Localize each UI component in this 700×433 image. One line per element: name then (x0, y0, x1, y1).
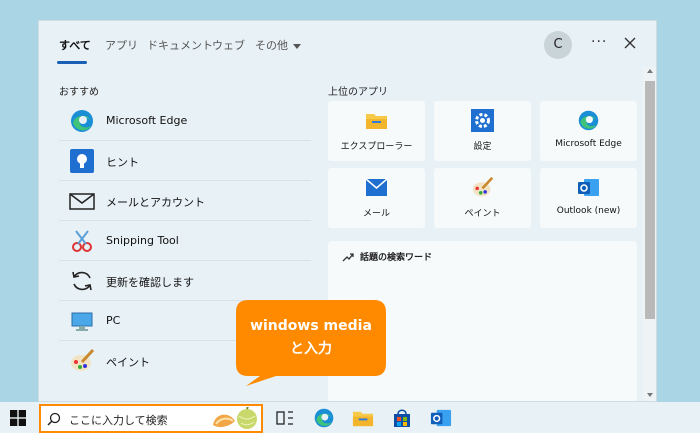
recommended-heading: おすすめ (59, 87, 99, 98)
melon-search-highlight-icon (213, 407, 257, 429)
active-tab-indicator (57, 61, 87, 64)
list-item-label: Microsoft Edge (106, 114, 188, 127)
tile-file-explorer[interactable]: エクスプローラー (328, 101, 425, 161)
paint-icon (71, 348, 95, 371)
outlook-icon[interactable] (430, 407, 452, 429)
tile-label: Microsoft Edge (555, 139, 622, 149)
callout-line-2: と入力 (290, 341, 332, 357)
list-item-label: PC (106, 314, 121, 327)
more-options-button[interactable]: ··· (591, 34, 607, 50)
settings-gear-icon (471, 109, 494, 132)
tile-mail[interactable]: メール (328, 168, 425, 228)
file-explorer-icon (366, 114, 387, 129)
list-item-check-updates[interactable]: 更新を確認します (59, 261, 311, 301)
paint-icon (472, 176, 494, 197)
tile-label: 設定 (473, 142, 492, 152)
list-item-tips[interactable]: ヒント (59, 141, 311, 181)
microsoft-store-icon[interactable] (391, 407, 413, 429)
chevron-down-icon (293, 43, 301, 49)
snipping-tool-icon (72, 230, 92, 252)
mail-icon (365, 178, 388, 196)
tile-settings[interactable]: 設定 (434, 101, 531, 161)
scroll-down-arrow-icon[interactable] (647, 393, 653, 397)
file-explorer-icon[interactable] (352, 407, 374, 429)
pc-icon (71, 312, 93, 331)
tips-icon (70, 149, 94, 173)
tab-more-label: その他 (255, 39, 288, 52)
tile-label: メール (362, 209, 390, 219)
edge-icon (71, 110, 93, 132)
list-item-label: Snipping Tool (106, 234, 179, 247)
taskbar: ここに入力して検索 (0, 402, 700, 433)
scroll-up-arrow-icon[interactable] (647, 69, 653, 73)
callout-line-1: windows media (250, 318, 372, 334)
windows-start-icon[interactable] (10, 410, 26, 426)
outlook-icon (578, 179, 599, 196)
edge-icon (578, 110, 599, 131)
tile-outlook-new[interactable]: Outlook (new) (540, 168, 637, 228)
list-item-snipping-tool[interactable]: Snipping Tool (59, 221, 311, 261)
tab-documents[interactable]: ドキュメント (147, 37, 213, 53)
list-item-label: ヒント (106, 156, 139, 169)
edge-icon[interactable] (313, 407, 335, 429)
list-item-microsoft-edge[interactable]: Microsoft Edge (59, 101, 311, 141)
tile-label: エクスプローラー (340, 142, 413, 152)
account-avatar[interactable]: C (544, 31, 572, 59)
close-icon[interactable] (622, 35, 638, 51)
scrollbar-thumb[interactable] (645, 81, 655, 319)
tab-apps[interactable]: アプリ (105, 37, 138, 53)
list-item-mail-accounts[interactable]: メールとアカウント (59, 181, 311, 221)
list-item-label: 更新を確認します (106, 276, 194, 289)
tab-all[interactable]: すべて (59, 37, 91, 53)
tab-more[interactable]: その他 (255, 37, 301, 53)
refresh-icon (72, 271, 92, 291)
list-item-label: ペイント (106, 356, 150, 369)
search-icon (47, 412, 61, 426)
tile-paint[interactable]: ペイント (434, 168, 531, 228)
task-view-icon[interactable] (274, 407, 296, 429)
trending-arrow-icon (342, 253, 354, 262)
mail-envelope-icon (69, 193, 95, 210)
list-item-label: メールとアカウント (106, 196, 205, 209)
tile-microsoft-edge[interactable]: Microsoft Edge (540, 101, 637, 161)
tab-web[interactable]: ウェブ (212, 37, 245, 53)
top-apps-heading: 上位のアプリ (328, 87, 388, 98)
tile-label: ペイント (464, 209, 501, 219)
search-placeholder: ここに入力して検索 (69, 414, 168, 427)
tile-label: Outlook (new) (556, 206, 621, 216)
search-tabs-bar: すべて アプリ ドキュメント ウェブ その他 C ··· (39, 21, 656, 67)
vertical-scrollbar[interactable] (643, 67, 656, 401)
instruction-callout: windows media と入力 (236, 300, 386, 386)
trending-title: 話題の検索ワード (360, 253, 433, 263)
taskbar-search-box[interactable]: ここに入力して検索 (39, 404, 263, 433)
